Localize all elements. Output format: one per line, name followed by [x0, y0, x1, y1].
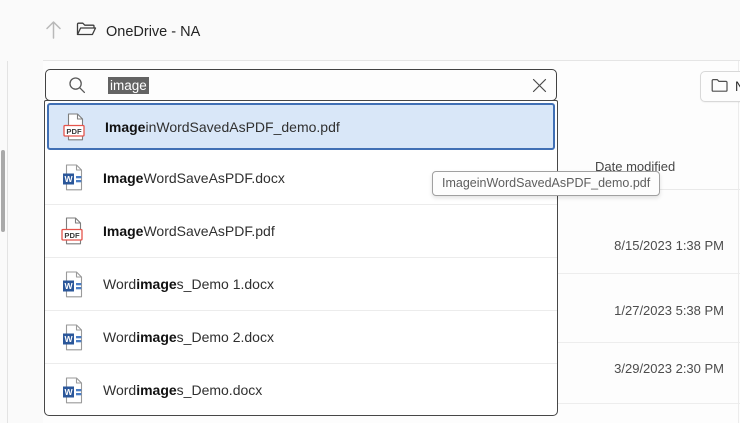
- list-item[interactable]: PDF ImageinWordSavedAsPDF_demo.pdf: [47, 103, 555, 150]
- file-name: ImageinWordSavedAsPDF_demo.pdf: [105, 118, 340, 135]
- row-divider: [558, 342, 740, 343]
- pdf-file-icon: PDF: [60, 217, 86, 245]
- search-input[interactable]: image: [45, 69, 557, 101]
- list-item[interactable]: W Wordimages_Demo 2.docx: [45, 310, 557, 363]
- svg-text:PDF: PDF: [64, 231, 80, 240]
- search-suggestions-dropdown: PDF ImageinWordSavedAsPDF_demo.pdf W ImageW…: [44, 100, 558, 416]
- search-input-value: image: [108, 76, 522, 94]
- search-icon: [68, 76, 86, 94]
- clear-search-button[interactable]: [522, 70, 556, 100]
- svg-text:PDF: PDF: [66, 126, 82, 135]
- word-file-icon: W: [60, 323, 86, 351]
- word-file-icon: W: [62, 376, 82, 403]
- up-arrow-icon: [44, 19, 63, 45]
- word-file-icon: W: [62, 323, 82, 350]
- pdf-file-icon: PDF: [62, 112, 88, 141]
- row-divider: [558, 273, 740, 274]
- nav-pane-divider: [7, 18, 8, 423]
- new-button[interactable]: N: [700, 71, 740, 102]
- tooltip: ImageinWordSavedAsPDF_demo.pdf: [432, 171, 661, 196]
- file-name: Wordimages_Demo.docx: [103, 382, 263, 398]
- file-name: Wordimages_Demo 1.docx: [103, 276, 274, 292]
- scrollbar-thumb[interactable]: [1, 150, 5, 232]
- word-file-icon: W: [60, 270, 86, 298]
- word-file-icon: W: [60, 376, 86, 404]
- svg-text:W: W: [64, 387, 73, 397]
- list-item[interactable]: W Wordimages_Demo.docx: [45, 363, 557, 416]
- pdf-file-icon: PDF: [61, 217, 83, 245]
- word-file-icon: W: [62, 164, 82, 191]
- svg-text:W: W: [64, 174, 73, 184]
- file-name: Wordimages_Demo 2.docx: [103, 329, 274, 345]
- selected-text: image: [108, 76, 149, 94]
- open-folder-icon: [76, 21, 97, 43]
- file-name: ImageWordSaveAsPDF.docx: [103, 169, 285, 186]
- close-icon: [532, 78, 546, 92]
- list-item[interactable]: PDF ImageWordSaveAsPDF.pdf: [45, 204, 557, 257]
- navigate-up-button[interactable]: [40, 18, 66, 46]
- row-divider: [558, 403, 740, 404]
- date-modified-value: 8/15/2023 1:38 PM: [614, 238, 724, 253]
- pdf-file-icon: PDF: [63, 112, 85, 140]
- date-modified-value: 3/29/2023 2:30 PM: [614, 361, 724, 376]
- svg-text:W: W: [64, 334, 73, 344]
- file-name: ImageWordSaveAsPDF.pdf: [103, 223, 275, 239]
- toolbar-divider: [43, 60, 740, 61]
- date-modified-value: 1/27/2023 5:38 PM: [614, 303, 724, 318]
- window-edge: [738, 61, 739, 423]
- word-file-icon: W: [60, 164, 86, 191]
- word-file-icon: W: [62, 270, 82, 297]
- new-button-label: N: [735, 79, 740, 94]
- folder-icon: [711, 78, 728, 95]
- breadcrumb[interactable]: OneDrive - NA: [76, 18, 200, 46]
- breadcrumb-label: OneDrive - NA: [106, 24, 201, 40]
- svg-text:W: W: [64, 281, 73, 291]
- list-item[interactable]: W Wordimages_Demo 1.docx: [45, 257, 557, 310]
